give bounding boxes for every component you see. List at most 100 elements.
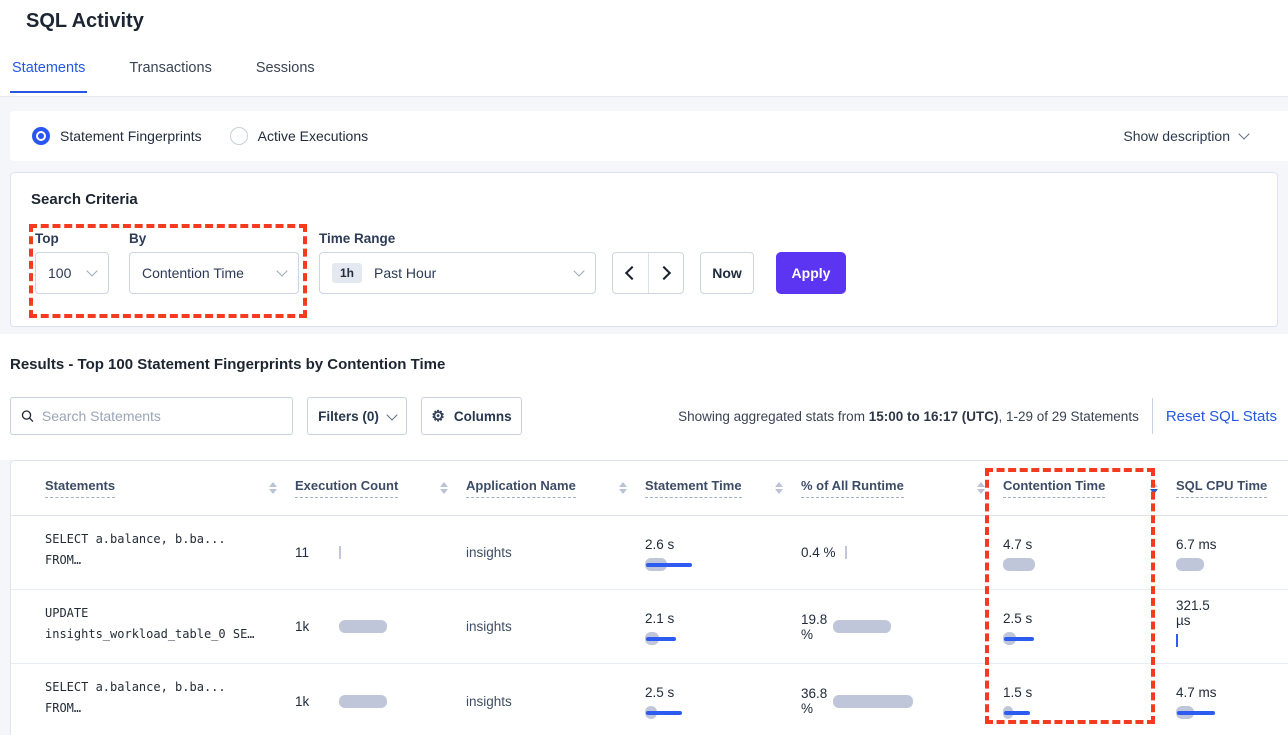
column-header-of-all-runtime[interactable]: % of All Runtime — [801, 478, 1003, 498]
chevron-down-icon — [573, 265, 584, 276]
tab-statements[interactable]: Statements — [10, 60, 87, 93]
statement-fingerprint-link[interactable]: SELECT a.balance, b.ba...FROM… — [45, 664, 295, 735]
value-bar — [1003, 706, 1031, 719]
bar-gray — [833, 620, 891, 633]
statement-time-value: 2.1 s — [645, 611, 674, 626]
bar-gray — [1003, 558, 1035, 571]
column-header-contention-time[interactable]: Contention Time — [1003, 478, 1176, 498]
statement-time-value: 2.6 s — [645, 537, 674, 552]
bar-blue-line — [646, 563, 692, 567]
table-row: SELECT a.balance, b.ba...FROM…11insights… — [11, 516, 1288, 590]
by-select[interactable]: Contention Time — [129, 252, 299, 294]
sort-icon[interactable] — [269, 482, 277, 494]
tab-bar: Statements Transactions Sessions — [10, 60, 317, 93]
show-description-label: Show description — [1123, 128, 1230, 144]
statement-fingerprint-link[interactable]: UPDATEinsights_workload_table_0 SE… — [45, 590, 295, 663]
statement-line: insights_workload_table_0 SE… — [45, 624, 295, 645]
search-icon — [21, 409, 34, 423]
bar-blue-line — [1004, 637, 1034, 641]
statement-fingerprint-link[interactable]: SELECT a.balance, b.ba...FROM… — [45, 516, 295, 589]
execution-count-cell: 11 — [295, 516, 466, 589]
column-header-application-name[interactable]: Application Name — [466, 478, 645, 498]
sql-cpu-time-cell: 6.7 ms — [1176, 516, 1288, 589]
column-header-execution-count[interactable]: Execution Count — [295, 478, 466, 498]
sort-icon[interactable] — [977, 482, 985, 494]
value-bar — [833, 620, 893, 633]
statement-time-value: 2.5 s — [645, 685, 674, 700]
column-header-label: SQL CPU Time — [1176, 478, 1267, 498]
contention-time-value: 4.7 s — [1003, 537, 1032, 552]
sort-up-arrow — [1150, 482, 1158, 487]
apply-button[interactable]: Apply — [776, 252, 846, 294]
statement-line: UPDATE — [45, 603, 295, 624]
contention-time-value: 1.5 s — [1003, 685, 1032, 700]
contention-time-cell: 2.5 s — [1003, 590, 1176, 663]
bar-blue-line — [1177, 711, 1215, 715]
contention-time-cell: 1.5 s — [1003, 664, 1176, 735]
stats-summary-row: Showing aggregated stats from 15:00 to 1… — [600, 397, 1288, 435]
statement-search-box — [10, 397, 293, 435]
sort-up-arrow — [269, 482, 277, 487]
sort-icon[interactable] — [619, 482, 627, 494]
execution-count-cell: 1k — [295, 664, 466, 735]
statement-time-cell: 2.1 s — [645, 590, 801, 663]
chevron-right-icon — [657, 266, 671, 280]
radio-label: Statement Fingerprints — [60, 128, 202, 144]
bar-gray — [339, 620, 387, 633]
radio-label: Active Executions — [258, 128, 369, 144]
tab-sessions[interactable]: Sessions — [254, 60, 317, 93]
bar-gray — [1176, 558, 1204, 571]
time-range-badge: 1h — [332, 263, 362, 283]
column-header-label: Application Name — [466, 478, 576, 498]
sort-down-arrow — [619, 489, 627, 494]
value-bar — [645, 558, 693, 571]
execution-count-value: 1k — [295, 619, 339, 634]
column-header-statement-time[interactable]: Statement Time — [645, 478, 801, 498]
sort-icon[interactable] — [440, 482, 448, 494]
radio-unselected-icon — [230, 127, 248, 145]
by-label: By — [129, 231, 146, 246]
application-name-cell: insights — [466, 664, 645, 735]
now-button[interactable]: Now — [700, 252, 754, 294]
column-header-label: Statement Time — [645, 478, 742, 498]
bar-blue-line — [1004, 711, 1030, 715]
top-select[interactable]: 100 — [35, 252, 109, 294]
chevron-down-icon — [86, 265, 97, 276]
filters-button[interactable]: Filters (0) — [307, 397, 407, 435]
statement-line: SELECT a.balance, b.ba... — [45, 677, 295, 698]
sort-up-arrow — [619, 482, 627, 487]
view-toggle-bar: Statement Fingerprints Active Executions… — [10, 111, 1288, 161]
show-description-toggle[interactable]: Show description — [1123, 128, 1248, 144]
sql-cpu-time-value: 6.7 ms — [1176, 537, 1217, 552]
top-select-value: 100 — [48, 265, 71, 281]
statement-time-cell: 2.6 s — [645, 516, 801, 589]
value-bar — [1176, 634, 1180, 647]
column-header-sql-cpu-time[interactable]: SQL CPU Time — [1176, 478, 1288, 498]
radio-active-executions[interactable]: Active Executions — [230, 127, 369, 145]
next-time-button[interactable] — [648, 253, 683, 293]
value-bar — [1003, 632, 1035, 645]
column-header-statements[interactable]: Statements — [45, 478, 295, 498]
table-row: UPDATEinsights_workload_table_0 SE…1kins… — [11, 590, 1288, 664]
value-bar — [645, 706, 683, 719]
value-bar — [845, 546, 849, 559]
value-bar — [1176, 558, 1206, 571]
time-range-select[interactable]: 1h Past Hour — [319, 252, 596, 294]
reset-sql-stats-link[interactable]: Reset SQL Stats — [1166, 408, 1277, 425]
value-bar — [339, 620, 389, 633]
column-header-label: % of All Runtime — [801, 478, 904, 498]
chevron-down-icon — [386, 409, 397, 420]
sort-icon[interactable] — [775, 482, 783, 494]
bar-gray — [339, 695, 387, 708]
search-criteria-heading: Search Criteria — [31, 191, 138, 208]
search-input[interactable] — [42, 408, 282, 424]
radio-statement-fingerprints[interactable]: Statement Fingerprints — [32, 127, 202, 145]
chevron-down-icon — [1238, 128, 1249, 139]
previous-time-button[interactable] — [613, 253, 648, 293]
columns-button[interactable]: ⚙ Columns — [421, 397, 522, 435]
sort-icon[interactable] — [1150, 482, 1158, 494]
statements-table: StatementsExecution CountApplication Nam… — [10, 460, 1288, 735]
pct-of-all-runtime-value: 36.8 % — [801, 686, 833, 716]
tab-transactions[interactable]: Transactions — [127, 60, 213, 93]
gear-icon: ⚙ — [431, 409, 444, 424]
